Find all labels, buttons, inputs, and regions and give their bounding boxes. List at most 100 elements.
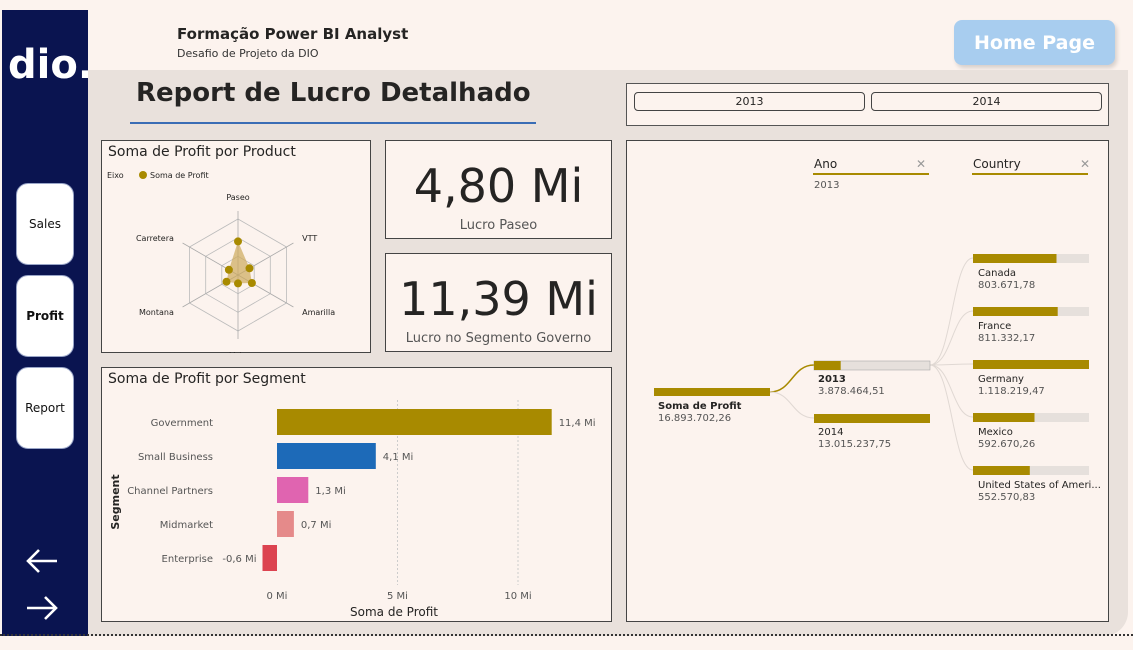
tree-root-value: 16.893.702,26 — [658, 413, 731, 424]
arrow-left-icon[interactable] — [24, 546, 60, 576]
decomposition-tree: Ano ✕ 2013 Country ✕ Soma de Profit16.89… — [654, 157, 1101, 503]
radar-chart: Eixo Soma de Profit Paseo VTT Amarilla Velo… — [107, 171, 335, 353]
bar-data-label: 11,4 Mi — [559, 418, 596, 429]
arrow-right-icon[interactable] — [24, 593, 60, 623]
tree-root-bar — [654, 388, 770, 396]
tree-country-label: France — [978, 321, 1011, 332]
bar-category-label: Government — [151, 418, 213, 429]
tree-country-bar — [973, 466, 1030, 475]
home-page-button[interactable]: Home Page — [954, 20, 1115, 65]
bar-category-label: Enterprise — [162, 554, 213, 565]
kpi-card-paseo: 4,80 Mi Lucro Paseo — [385, 140, 612, 239]
tree-country-label: Mexico — [978, 427, 1013, 438]
kpi-paseo-label: Lucro Paseo — [459, 218, 538, 233]
kpi-paseo-value: 4,80 Mi — [413, 159, 584, 213]
kpi-governo-label: Lucro no Segmento Governo — [405, 331, 592, 346]
tree-country-value: 1.118.219,47 — [978, 386, 1045, 397]
tree-country-bar — [973, 254, 1057, 263]
segment-bar-chart-card: Soma de Profit por Segment Segment Soma … — [101, 367, 612, 622]
radar-data-point — [247, 279, 256, 287]
nav-report-button[interactable]: Report — [16, 367, 74, 449]
tree-level-country-label: Country — [973, 157, 1021, 171]
bar-data-label: 1,3 Mi — [315, 486, 346, 497]
tree-link-country — [929, 364, 974, 418]
radar-chart-title: Soma de Profit por Product — [108, 144, 296, 160]
tree-country-label: Canada — [978, 268, 1016, 279]
tree-link-country — [929, 257, 974, 366]
bar-mark — [277, 477, 309, 503]
tree-link-year — [769, 364, 815, 393]
tree-country-bar — [973, 413, 1035, 422]
tree-level-ano-filter: 2013 — [814, 180, 839, 191]
tree-root-label: Soma de Profit — [658, 401, 742, 412]
tree-year-bar — [814, 414, 930, 423]
bar-mark — [277, 511, 294, 537]
bar-data-label: 4,1 Mi — [383, 452, 414, 463]
tree-link-year — [769, 391, 815, 419]
bar-mark — [277, 409, 552, 435]
bar-x-tick-label: 5 Mi — [387, 591, 408, 602]
bar-category-label: Midmarket — [160, 520, 213, 531]
tree-country-close-icon: ✕ — [1080, 157, 1090, 171]
dio-logo: dio. — [8, 42, 88, 88]
tree-year-value: 3.878.464,51 — [818, 386, 885, 397]
kpi-card-governo: 11,39 Mi Lucro no Segmento Governo — [385, 253, 612, 352]
tree-country-bar — [973, 307, 1058, 316]
nav-sales-button[interactable]: Sales — [16, 183, 74, 265]
tree-link-country — [929, 363, 974, 366]
slicer-option-2014[interactable]: 2014 — [871, 92, 1102, 111]
tree-year-label: 2013 — [818, 374, 846, 385]
radar-legend-marker — [139, 171, 147, 179]
segment-chart-title: Soma de Profit por Segment — [108, 371, 306, 387]
header-title: Formação Power BI Analyst — [177, 25, 409, 43]
tree-link-country — [929, 364, 974, 471]
nav-report-label: Report — [25, 401, 65, 415]
bar-data-label: -0,6 Mi — [222, 554, 256, 565]
segment-y-axis-title: Segment — [109, 474, 122, 529]
bar-x-tick-label: 10 Mi — [504, 591, 531, 602]
tree-country-value: 592.670,26 — [978, 439, 1035, 450]
tree-country-value: 811.332,17 — [978, 333, 1035, 344]
radar-data-point — [224, 265, 233, 274]
tree-year-label: 2014 — [818, 427, 843, 438]
tree-country-value: 552.570,83 — [978, 492, 1035, 503]
report-title: Report de Lucro Detalhado — [136, 78, 531, 108]
tree-year-bar — [814, 361, 841, 370]
sidebar: dio. Sales Profit Report — [2, 10, 88, 636]
bar-x-tick-label: 0 Mi — [267, 591, 288, 602]
nav-profit-button[interactable]: Profit — [16, 275, 74, 357]
nav-sales-label: Sales — [29, 217, 61, 231]
header-subtitle: Desafio de Projeto da DIO — [177, 47, 319, 60]
year-slicer: 2013 2014 — [626, 83, 1109, 126]
radar-chart-card: Soma de Profit por Product Eixo Soma de … — [101, 140, 371, 353]
radar-data-point — [234, 237, 242, 246]
tree-country-bar — [973, 360, 1089, 369]
tree-level-ano-label: Ano — [814, 157, 837, 171]
radar-category-label: VTT — [302, 234, 317, 243]
radar-category-label: Amarilla — [302, 308, 335, 317]
radar-data-point — [222, 277, 231, 286]
dio-logo-text: dio. — [8, 42, 88, 88]
tree-country-label: United States of Ameri... — [978, 480, 1101, 491]
radar-data-point — [245, 264, 254, 273]
page-bottom-border — [0, 634, 1133, 636]
segment-bar-chart: Segment Soma de Profit 0 Mi 5 Mi 10 Mi Gov… — [109, 400, 596, 619]
tree-country-label: Germany — [978, 374, 1024, 385]
tree-link-country — [929, 310, 974, 366]
radar-legend-axis: Eixo — [107, 171, 124, 180]
bar-category-label: Channel Partners — [127, 486, 213, 497]
tree-ano-close-icon: ✕ — [916, 157, 926, 171]
bar-category-label: Small Business — [138, 452, 213, 463]
tree-year-value: 13.015.237,75 — [818, 439, 891, 450]
title-underline — [130, 122, 536, 124]
radar-data-point — [234, 279, 242, 288]
radar-category-label: Carretera — [136, 234, 174, 243]
bar-mark — [262, 545, 277, 571]
radar-legend-series: Soma de Profit — [150, 171, 209, 180]
nav-profit-label: Profit — [26, 309, 64, 323]
bar-data-label: 0,7 Mi — [301, 520, 332, 531]
slicer-option-2013[interactable]: 2013 — [634, 92, 865, 111]
bar-mark — [277, 443, 376, 469]
radar-category-label: Velo — [230, 351, 247, 353]
decomposition-tree-card: Ano ✕ 2013 Country ✕ Soma de Profit 16.89… — [626, 140, 1109, 622]
